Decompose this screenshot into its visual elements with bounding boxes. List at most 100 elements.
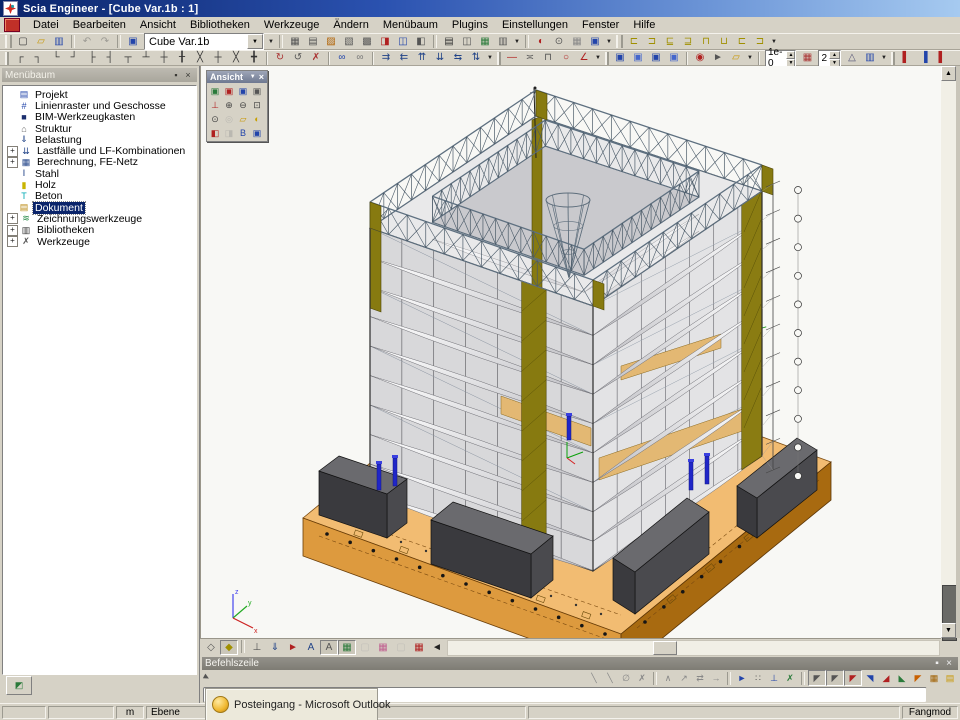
- menu-datei[interactable]: Datei: [26, 18, 66, 32]
- new-project-icon[interactable]: ▢: [14, 34, 32, 49]
- draw-drop-icon[interactable]: ▼: [593, 51, 603, 66]
- spin-up-icon[interactable]: ▲: [786, 51, 795, 59]
- print-data-icon[interactable]: ▤: [304, 34, 322, 49]
- stretch-icon[interactable]: ⇊: [431, 51, 449, 66]
- insert-truss-icon[interactable]: ╳: [191, 51, 209, 66]
- view-axo-icon[interactable]: ▣: [665, 51, 683, 66]
- fly-mode-icon[interactable]: ►: [709, 51, 727, 66]
- layer-5-icon[interactable]: ⊓: [697, 34, 715, 49]
- status-snapmode[interactable]: Fangmod: [902, 706, 958, 719]
- clean-unused-icon[interactable]: ◐: [532, 34, 550, 49]
- menu-plugins[interactable]: Plugins: [445, 18, 495, 32]
- zoom-document-icon[interactable]: ⊙: [550, 34, 568, 49]
- print-preview-icon[interactable]: ◫: [458, 34, 476, 49]
- expander-icon[interactable]: +: [7, 213, 18, 224]
- view-pan-icon[interactable]: ▣: [222, 84, 236, 98]
- paste-icon[interactable]: ▩: [358, 34, 376, 49]
- toggle-window-icon[interactable]: ▣: [250, 126, 264, 140]
- levels-spinner[interactable]: 2 ▲▼: [818, 50, 841, 67]
- tree-item-lastf-lle-und-lf-kombinationen[interactable]: +⇊Lastfälle und LF-Kombinationen: [3, 145, 196, 156]
- scroll-down-icon[interactable]: ▼: [941, 623, 956, 638]
- tree-item-stahl[interactable]: ⅠStahl: [3, 168, 196, 179]
- scroll-up-icon[interactable]: ▲: [941, 66, 956, 81]
- tree-item-linienraster-und-geschosse[interactable]: #Linienraster und Geschosse: [3, 100, 196, 111]
- vertical-scrollbar[interactable]: ▲ ▼: [941, 66, 956, 638]
- insert-frame-icon[interactable]: ┼: [209, 51, 227, 66]
- snap-orthogonal-icon[interactable]: ◤: [910, 671, 926, 685]
- clipping-box-icon[interactable]: ▱: [236, 112, 250, 126]
- toggle-b-icon[interactable]: B: [236, 126, 250, 140]
- tree-item-struktur[interactable]: ⌂Struktur: [3, 123, 196, 134]
- draw-parallel-icon[interactable]: ≍: [521, 51, 539, 66]
- menu-einstellungen[interactable]: Einstellungen: [495, 18, 575, 32]
- cursor-select-remove-icon[interactable]: ◤: [844, 670, 862, 686]
- draw-angle-icon[interactable]: ∠: [575, 51, 593, 66]
- snap-exchange-icon[interactable]: ⇄: [692, 671, 708, 685]
- steel-check-2-icon[interactable]: ▐: [915, 51, 933, 66]
- copy-icon[interactable]: ⇇: [395, 51, 413, 66]
- draw-line-icon[interactable]: —: [503, 51, 521, 66]
- undo-icon[interactable]: ↶: [78, 34, 96, 49]
- tools-drop-icon[interactable]: ▼: [604, 34, 614, 49]
- snap-vertex-icon[interactable]: ∧: [660, 671, 676, 685]
- steel-check-3-icon[interactable]: ▌: [933, 51, 951, 66]
- insert-wall-icon[interactable]: ┴: [137, 51, 155, 66]
- combo-dropdown-icon[interactable]: ▼: [247, 34, 263, 49]
- snap-polyline-icon[interactable]: ╲: [602, 671, 618, 685]
- menu-bibliotheken[interactable]: Bibliotheken: [183, 18, 257, 32]
- zoom-out-icon[interactable]: ⊖: [236, 98, 250, 112]
- layer-folder-icon[interactable]: ▱: [727, 51, 745, 66]
- project-item-combobox[interactable]: Cube Var.1b ▼: [144, 33, 264, 50]
- labels-add-icon[interactable]: A: [302, 640, 320, 655]
- calculator-icon[interactable]: ▦: [568, 34, 586, 49]
- snap-cancel-icon[interactable]: ✗: [634, 671, 650, 685]
- draw-rectangle-icon[interactable]: ⊓: [539, 51, 557, 66]
- horizontal-scrollbar[interactable]: [447, 640, 940, 656]
- toolbar-grip[interactable]: [616, 35, 623, 48]
- draw-circle-icon[interactable]: ○: [557, 51, 575, 66]
- move-icon[interactable]: ⇉: [377, 51, 395, 66]
- close-icon[interactable]: ×: [943, 658, 955, 669]
- menu-hilfe[interactable]: Hilfe: [626, 18, 662, 32]
- close-icon[interactable]: ×: [259, 72, 264, 82]
- horizontal-scrollbar-thumb[interactable]: [653, 641, 677, 655]
- menu-ändern[interactable]: Ändern: [326, 18, 375, 32]
- insert-beam-icon[interactable]: ┐: [29, 51, 47, 66]
- insert-opening-icon[interactable]: ┤: [101, 51, 119, 66]
- scale-tool-icon[interactable]: △: [843, 51, 861, 66]
- snap-line-icon[interactable]: ╲: [586, 671, 602, 685]
- insert-plate-icon[interactable]: ┬: [119, 51, 137, 66]
- show-colors-icon[interactable]: ▦: [374, 640, 392, 655]
- redo-icon[interactable]: ↷: [96, 34, 114, 49]
- chevron-down-icon[interactable]: ▼: [250, 74, 256, 80]
- close-icon[interactable]: ×: [182, 70, 194, 80]
- fe-mesh-icon[interactable]: ▦: [410, 640, 428, 655]
- layer-6-icon[interactable]: ⊔: [715, 34, 733, 49]
- toolbar-grip[interactable]: [5, 52, 9, 65]
- cursor-select-add-icon[interactable]: ◤: [826, 670, 844, 686]
- tree-item-zeichnungswerkzeuge[interactable]: +≋Zeichnungswerkzeuge: [3, 213, 196, 224]
- copy-picture-icon[interactable]: ▨: [322, 34, 340, 49]
- cursor-snap-settings-icon[interactable]: ►: [734, 671, 750, 685]
- menu-bearbeiten[interactable]: Bearbeiten: [66, 18, 133, 32]
- view-side-icon[interactable]: ▣: [629, 51, 647, 66]
- ucs-tool-icon[interactable]: ▥: [861, 51, 879, 66]
- show-grid-icon[interactable]: ▢: [392, 640, 410, 655]
- tree-item-belastung[interactable]: ⇓Belastung: [3, 134, 196, 145]
- expander-icon[interactable]: +: [7, 157, 18, 168]
- combo-extra-drop[interactable]: ▼: [266, 34, 276, 49]
- toolbar-grip[interactable]: [5, 35, 12, 48]
- view-rotate-icon[interactable]: ▣: [208, 84, 222, 98]
- multicopy-icon[interactable]: ⇈: [413, 51, 431, 66]
- project-settings-icon[interactable]: ▦: [286, 34, 304, 49]
- tree-item-berechnung-fe-netz[interactable]: +▦Berechnung, FE-Netz: [3, 157, 196, 168]
- insert-rib-icon[interactable]: ┘: [65, 51, 83, 66]
- scroll-left-icon[interactable]: ◄: [428, 640, 446, 655]
- coord-system-icon[interactable]: ⊥: [208, 98, 222, 112]
- menu-ansicht[interactable]: Ansicht: [133, 18, 183, 32]
- insert-brace-icon[interactable]: └: [47, 51, 65, 66]
- light-settings-icon[interactable]: ◐: [250, 112, 264, 126]
- toolbar-grip[interactable]: [497, 52, 501, 65]
- snap-circle-icon[interactable]: ∅: [618, 671, 634, 685]
- snap-intersection-icon[interactable]: ◣: [894, 671, 910, 685]
